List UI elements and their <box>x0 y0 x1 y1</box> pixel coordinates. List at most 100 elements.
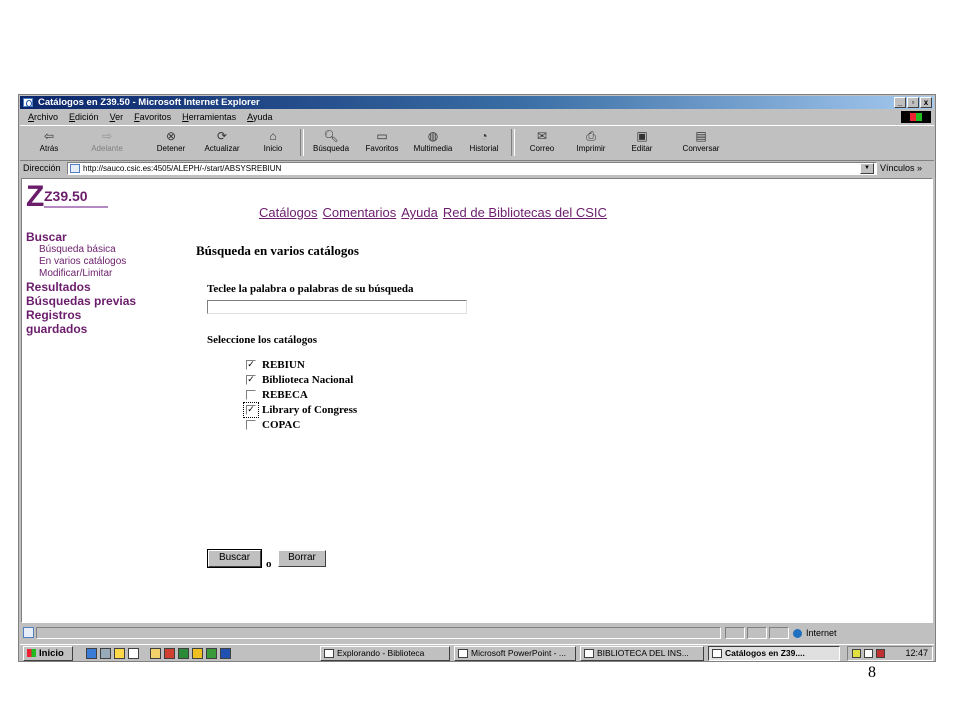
word-quicklaunch-icon[interactable] <box>220 648 231 659</box>
ie-icon <box>712 649 722 658</box>
history-icon: ◔ <box>480 129 488 143</box>
standard-toolbar: ⇦ Atrás ⇨ Adelante ⊗ Detener ⟳ Actualiza… <box>20 125 934 161</box>
nav-comentarios[interactable]: Comentarios <box>323 205 397 220</box>
taskbar: Inicio Explorando - Biblioteca Microsoft… <box>20 644 934 661</box>
window-controls: _ ▫ x <box>894 97 932 108</box>
links-button[interactable]: Vínculos » <box>880 161 922 176</box>
sidebar-modificar-limitar[interactable]: Modificar/Limitar <box>26 268 136 280</box>
print-button[interactable]: ⎙ Imprimir <box>566 128 616 158</box>
catalog-item-biblioteca-nacional: ✓ Biblioteca Nacional <box>246 374 354 386</box>
history-button[interactable]: ◔ Historial <box>459 128 509 158</box>
discuss-button[interactable]: ▤ Conversar <box>676 128 726 158</box>
checkbox-library-of-congress[interactable]: ✓ <box>243 402 259 419</box>
volume-icon[interactable] <box>852 649 861 658</box>
checkbox-rebiun[interactable]: ✓ <box>246 360 256 371</box>
checkbox-copac[interactable] <box>246 420 256 431</box>
task-powerpoint[interactable]: Microsoft PowerPoint - ... <box>454 646 576 661</box>
excel-quicklaunch-icon[interactable] <box>178 648 189 659</box>
address-bar: Dirección http://sauco.csic.es:4505/ALEP… <box>20 161 934 176</box>
or-text: o <box>266 558 272 570</box>
address-url: http://sauco.csic.es:4505/ALEPH/-/start/… <box>83 164 282 173</box>
mail-icon: ✉ <box>536 129 548 143</box>
nav-ayuda[interactable]: Ayuda <box>401 205 438 220</box>
search-button[interactable]: 🔍︎ Búsqueda <box>306 128 356 158</box>
menu-ver[interactable]: Ver <box>110 110 124 124</box>
access-quicklaunch-icon[interactable] <box>164 648 175 659</box>
quicklaunch-icon[interactable] <box>192 648 203 659</box>
edit-icon: ▣ <box>636 129 648 143</box>
close-button[interactable]: x <box>920 97 932 108</box>
sidebar-resultados[interactable]: Resultados <box>26 280 136 294</box>
forward-button[interactable]: ⇨ Adelante <box>82 128 132 158</box>
buscar-button[interactable]: Buscar <box>207 549 262 568</box>
outlook-quicklaunch-icon[interactable] <box>100 648 111 659</box>
printer-icon: ⎙ <box>586 129 596 143</box>
sidebar-varios-catalogos[interactable]: En varios catálogos <box>26 256 136 268</box>
quicklaunch-icon[interactable] <box>206 648 217 659</box>
favorites-button[interactable]: ▭ Favoritos <box>357 128 407 158</box>
z3950-logo: Z Z39.50 <box>26 180 108 213</box>
title-bar[interactable]: Catálogos en Z39.50 - Microsoft Internet… <box>20 96 934 109</box>
menu-archivo[interactable]: Archivo <box>28 110 58 124</box>
status-panel <box>725 627 745 639</box>
task-catalogos[interactable]: Catálogos en Z39.... <box>708 646 840 661</box>
sidebar-buscar[interactable]: Buscar <box>26 230 136 244</box>
sidebar-busquedas-previas[interactable]: Búsquedas previas <box>26 294 136 308</box>
page-icon <box>70 164 80 173</box>
sidebar-registros[interactable]: Registros <box>26 308 136 322</box>
address-label: Dirección <box>23 163 61 173</box>
task-biblioteca[interactable]: BIBLIOTECA DEL INS... <box>580 646 704 661</box>
sidebar-busqueda-basica[interactable]: Búsqueda básica <box>26 244 136 256</box>
checkbox-biblioteca-nacional[interactable]: ✓ <box>246 375 256 386</box>
explorer-icon <box>324 649 334 658</box>
back-button[interactable]: ⇦ Atrás <box>24 128 74 158</box>
address-dropdown-icon[interactable]: ▼ <box>860 163 874 174</box>
nav-catalogos[interactable]: Catálogos <box>259 205 318 220</box>
refresh-button[interactable]: ⟳ Actualizar <box>197 128 247 158</box>
status-panel <box>747 627 767 639</box>
task-explorando[interactable]: Explorando - Biblioteca <box>320 646 450 661</box>
catalogs-label: Seleccione los catálogos <box>207 334 317 346</box>
tray-icon[interactable] <box>876 649 885 658</box>
menu-herramientas[interactable]: Herramientas <box>182 110 236 124</box>
search-icon: 🔍︎ <box>323 129 339 143</box>
address-input[interactable]: http://sauco.csic.es:4505/ALEPH/-/start/… <box>67 162 877 175</box>
favorites-folder-icon: ▭ <box>376 129 388 143</box>
home-button[interactable]: ⌂ Inicio <box>248 128 298 158</box>
mail-button[interactable]: ✉ Correo <box>517 128 567 158</box>
start-button[interactable]: Inicio <box>23 646 73 661</box>
maximize-button[interactable]: ▫ <box>907 97 919 108</box>
checkbox-rebeca[interactable] <box>246 390 256 401</box>
search-label: Teclee la palabra o palabras de su búsqu… <box>207 283 414 295</box>
window-title: Catálogos en Z39.50 - Microsoft Internet… <box>38 97 260 108</box>
sidebar-guardados[interactable]: guardados <box>26 322 136 336</box>
powerpoint-icon <box>458 649 468 658</box>
ie-quicklaunch-icon[interactable] <box>86 648 97 659</box>
menu-bar: Archivo Edición Ver Favoritos Herramient… <box>20 110 934 124</box>
toolbar-separator <box>300 129 304 156</box>
edit-button[interactable]: ▣ Editar <box>617 128 667 158</box>
security-zone: Internet <box>793 627 837 639</box>
clock: 12:47 <box>905 648 928 658</box>
multimedia-icon: ◍ <box>427 129 439 143</box>
windows-logo-icon <box>901 111 931 123</box>
quicklaunch-icon[interactable] <box>128 648 139 659</box>
logo-text: Z39.50 <box>44 188 88 204</box>
menu-favoritos[interactable]: Favoritos <box>134 110 171 124</box>
refresh-icon: ⟳ <box>216 129 228 143</box>
minimize-button[interactable]: _ <box>894 97 906 108</box>
folder-quicklaunch-icon[interactable] <box>150 648 161 659</box>
stop-icon: ⊗ <box>165 129 177 143</box>
network-icon[interactable] <box>864 649 873 658</box>
multimedia-button[interactable]: ◍ Multimedia <box>408 128 458 158</box>
search-input[interactable] <box>207 300 467 314</box>
menu-edicion[interactable]: Edición <box>69 110 99 124</box>
nav-red-bibliotecas[interactable]: Red de Bibliotecas del CSIC <box>443 205 607 220</box>
borrar-button[interactable]: Borrar <box>278 550 326 567</box>
catalog-item-rebeca: REBECA <box>246 388 357 403</box>
stop-button[interactable]: ⊗ Detener <box>146 128 196 158</box>
menu-ayuda[interactable]: Ayuda <box>247 110 272 124</box>
quicklaunch-icon[interactable] <box>114 648 125 659</box>
forward-arrow-icon: ⇨ <box>101 129 113 143</box>
ie-page-icon <box>23 98 33 107</box>
